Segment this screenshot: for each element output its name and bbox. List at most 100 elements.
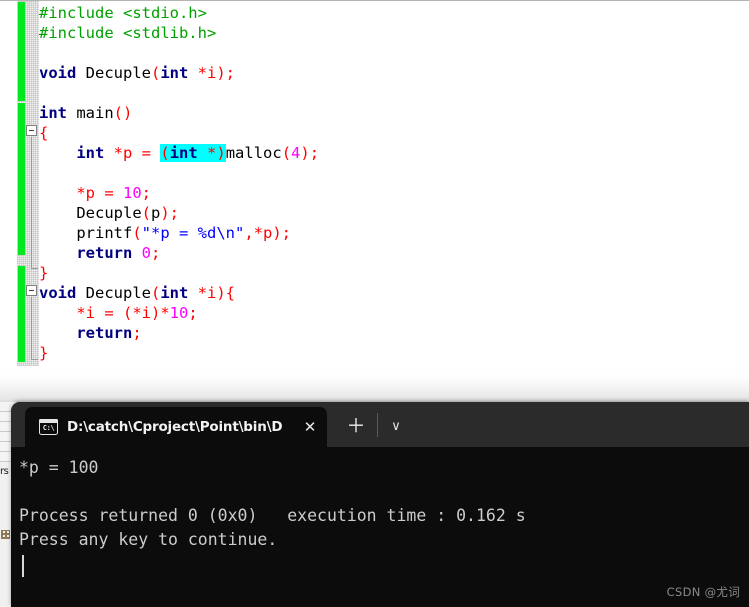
fold-toggle-decuple[interactable]	[26, 285, 37, 296]
fold-toggle-main[interactable]	[26, 125, 37, 136]
code-token: return	[76, 324, 133, 342]
code-line: void Decuple(int *i);	[39, 63, 749, 83]
terminal-window[interactable]: C:\ D:\catch\Cproject\Point\bin\D ✕ ＋ ∨ …	[11, 402, 749, 607]
code-token: (	[141, 204, 151, 222]
editor-bottom-fade	[0, 366, 749, 402]
code-token: "*p = %d\n"	[141, 224, 245, 242]
code-token: 4	[291, 144, 301, 162]
sliver-row	[0, 422, 11, 432]
code-token: );	[272, 224, 292, 242]
code-token: ;	[132, 324, 142, 342]
code-token: (	[160, 144, 170, 162]
code-line: int *p = (int *)malloc(4);	[39, 143, 749, 163]
sliver-row	[0, 402, 11, 412]
code-token: ;	[225, 64, 236, 82]
terminal-tab-title: D:\catch\Cproject\Point\bin\D	[67, 419, 283, 435]
code-token: 10	[169, 304, 189, 322]
code-token: return	[76, 244, 133, 262]
code-token: p	[151, 204, 161, 222]
code-line: *p = 10;	[39, 183, 749, 203]
code-token: (	[150, 64, 161, 82]
code-token: #include <stdio.h>	[39, 4, 207, 22]
code-token: *)	[207, 144, 226, 162]
code-line: int main()	[39, 103, 749, 123]
tab-bar-divider	[377, 413, 378, 437]
code-token: *i)	[197, 64, 226, 82]
console-icon: C:\	[39, 419, 58, 435]
background-panel-sliver: rs	[0, 402, 11, 607]
code-token: void	[39, 284, 77, 302]
code-token	[197, 144, 208, 162]
console-icon-label: C:\	[42, 424, 55, 432]
terminal-line: *p = 100	[19, 458, 99, 477]
code-token: int	[39, 104, 67, 122]
terminal-tab[interactable]: C:\ D:\catch\Cproject\Point\bin\D ✕	[25, 407, 327, 447]
sliver-row	[0, 412, 11, 422]
code-token: int	[169, 144, 198, 162]
code-line: printf("*p = %d\n",*p);	[39, 223, 749, 243]
code-token: ;	[188, 304, 198, 322]
code-line: return 0;	[39, 243, 749, 263]
code-editor[interactable]: #include <stdio.h> #include <stdlib.h> vo…	[0, 0, 749, 402]
code-token: (	[150, 284, 161, 302]
code-token: {	[39, 124, 49, 142]
fold-guide-foot	[31, 359, 38, 360]
code-token: int	[160, 64, 189, 82]
code-token: main	[67, 104, 114, 122]
chevron-down-icon[interactable]: ∨	[383, 413, 409, 439]
code-token: ()	[113, 104, 133, 122]
code-line: }	[39, 263, 749, 283]
code-token: {	[225, 284, 236, 302]
code-token: ,	[244, 224, 254, 242]
code-token: 0	[141, 244, 152, 262]
sliver-row	[0, 452, 11, 462]
code-line: }	[39, 343, 749, 363]
code-token: (	[281, 144, 292, 162]
code-line: #include <stdlib.h>	[39, 23, 749, 43]
editor-left-margin	[0, 1, 18, 402]
terminal-line: Press any key to continue.	[19, 530, 278, 549]
code-token: printf	[39, 224, 133, 242]
code-token: }	[39, 344, 49, 362]
sliver-grid-icon	[1, 530, 10, 539]
sliver-row	[0, 432, 11, 442]
code-token: ;	[141, 184, 152, 202]
sliver-partial-label: rs	[0, 466, 9, 477]
code-token: ;	[151, 244, 161, 262]
code-line: Decuple(p);	[39, 203, 749, 223]
terminal-tab-bar[interactable]: C:\ D:\catch\Cproject\Point\bin\D ✕ ＋ ∨	[11, 402, 749, 447]
code-token: );	[160, 204, 180, 222]
code-token: void	[39, 64, 77, 82]
code-token: *p =	[76, 184, 123, 202]
code-token: Decuple	[39, 204, 142, 222]
terminal-output[interactable]: *p = 100 Process returned 0 (0x0) execut…	[11, 447, 749, 607]
code-token: int	[76, 144, 105, 162]
code-token: }	[39, 264, 49, 282]
code-token: *i = (*i)*	[76, 304, 170, 322]
code-token: *p	[253, 224, 273, 242]
code-token: );	[300, 144, 320, 162]
code-text[interactable]: #include <stdio.h> #include <stdlib.h> vo…	[39, 1, 749, 363]
code-token: #include <stdlib.h>	[39, 24, 217, 42]
new-tab-icon[interactable]: ＋	[341, 413, 371, 439]
close-icon[interactable]: ✕	[293, 407, 327, 447]
fold-guide-foot	[31, 268, 38, 269]
code-line: #include <stdio.h>	[39, 3, 749, 23]
code-token: malloc	[225, 144, 282, 162]
code-token: (	[132, 224, 142, 242]
code-line: void Decuple(int *i){	[39, 283, 749, 303]
code-token: 10	[123, 184, 142, 202]
code-token: *i)	[197, 284, 226, 302]
